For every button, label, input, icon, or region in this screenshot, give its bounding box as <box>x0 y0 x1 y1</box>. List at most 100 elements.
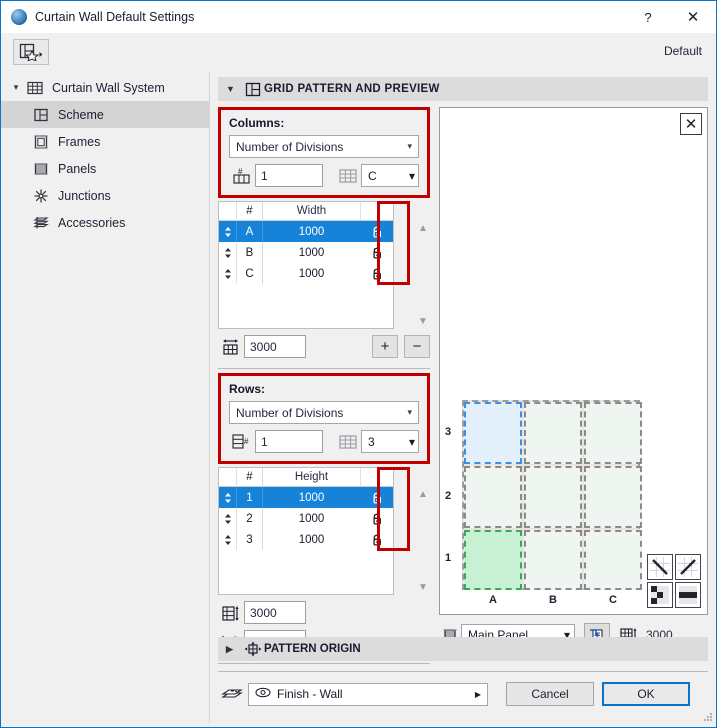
rows-mode-value: Number of Divisions <box>236 405 344 420</box>
grid-pattern-content: Columns: Number of Divisions ▾ # 1 C ▾ #… <box>218 107 708 668</box>
favorites-star-icon[interactable] <box>13 39 49 65</box>
row-drag-handle-icon[interactable] <box>219 529 237 550</box>
dialog-footer: Finish - Wall ▶ Cancel OK <box>218 671 708 715</box>
scroll-up-icon[interactable]: ▲ <box>418 223 428 234</box>
spacer-header <box>219 468 237 486</box>
chevron-down-icon[interactable]: ▾ <box>9 82 23 93</box>
scroll-up-icon[interactable]: ▲ <box>418 489 428 500</box>
rows-table[interactable]: # Height 1 1000 2 1000 3 1000 <box>218 467 394 595</box>
preview-cell-a2[interactable] <box>464 466 522 528</box>
divider <box>218 663 430 664</box>
preview-col-label-c: C <box>609 594 617 606</box>
preview-cell-c1[interactable] <box>584 530 642 590</box>
table-row[interactable]: 3 1000 <box>219 529 393 550</box>
row-value[interactable]: 1000 <box>263 263 360 284</box>
scroll-down-icon[interactable]: ▼ <box>418 582 428 593</box>
sidebar-item-label: Panels <box>58 161 97 176</box>
preview-cell-a3[interactable] <box>464 402 522 464</box>
scroll-down-icon[interactable]: ▼ <box>418 316 428 327</box>
layer-select[interactable]: Finish - Wall ▶ <box>248 682 488 706</box>
rows-table-scrollbar[interactable]: ▲ ▼ <box>415 486 431 596</box>
ok-button[interactable]: OK <box>602 682 690 706</box>
rows-header-height: Height <box>294 471 329 483</box>
rows-count-value: 3 <box>368 434 375 449</box>
row-value[interactable]: 1000 <box>263 508 360 529</box>
preview-col-label-b: B <box>549 594 557 606</box>
add-column-button[interactable]: + <box>372 335 398 358</box>
diagonal-slash-icon[interactable] <box>675 554 701 580</box>
rows-total-input[interactable]: 3000 <box>244 601 306 624</box>
preview-cell-c2[interactable] <box>584 466 642 528</box>
row-drag-handle-icon[interactable] <box>219 487 237 508</box>
sidebar-item-curtain-wall-system[interactable]: ▾ Curtain Wall System <box>1 74 209 101</box>
row-value[interactable]: 1000 <box>263 529 360 550</box>
rows-divisions-row: # 1 3 ▾ <box>229 430 419 453</box>
row-value[interactable]: 1000 <box>263 221 360 242</box>
chevron-right-icon[interactable]: ▶ <box>226 644 242 655</box>
divider <box>218 368 430 369</box>
preview-cell-c3[interactable] <box>584 402 642 464</box>
section-header-grid-pattern[interactable]: ▼ GRID PATTERN AND PREVIEW <box>218 77 708 101</box>
diagonal-backslash-icon[interactable] <box>647 554 673 580</box>
table-row[interactable]: 2 1000 <box>219 508 393 529</box>
sidebar-item-junctions[interactable]: Junctions <box>1 182 209 209</box>
columns-total-input[interactable]: 3000 <box>244 335 306 358</box>
remove-column-button[interactable]: − <box>404 335 430 358</box>
row-num: C <box>237 263 263 284</box>
row-drag-handle-icon[interactable] <box>219 263 237 284</box>
rows-table-wrap: # Height 1 1000 2 1000 3 1000 ▲ ▼ <box>218 467 430 595</box>
layers-icon <box>218 685 248 703</box>
columns-table[interactable]: # Width A 1000 B 1000 C 1000 <box>218 201 394 329</box>
columns-count-value: C <box>368 168 377 183</box>
rows-count-select[interactable]: 3 ▾ <box>361 430 419 453</box>
grid-preview[interactable]: ✕ 3 2 1 A B C <box>439 107 708 615</box>
toolbar: Default <box>1 33 716 71</box>
chevron-down-icon: ▾ <box>407 407 412 417</box>
help-button[interactable]: ? <box>626 1 670 33</box>
sidebar-item-scheme[interactable]: Scheme <box>1 101 209 128</box>
sidebar-item-frames[interactable]: Frames <box>1 128 209 155</box>
rows-divisions-input[interactable]: 1 <box>255 430 323 453</box>
section-title: GRID PATTERN AND PREVIEW <box>264 83 440 95</box>
rows-table-empty-space <box>219 550 393 594</box>
row-value[interactable]: 1000 <box>263 242 360 263</box>
pattern-origin-title: PATTERN ORIGIN <box>264 643 361 655</box>
preview-cell-b2[interactable] <box>524 466 582 528</box>
row-drag-handle-icon[interactable] <box>219 242 237 263</box>
select-all-icon[interactable] <box>675 582 701 608</box>
row-drag-handle-icon[interactable] <box>219 508 237 529</box>
row-value[interactable]: 1000 <box>263 487 360 508</box>
table-row[interactable]: 1 1000 <box>219 487 393 508</box>
preview-grid-area: 3 2 1 A B C <box>445 400 642 606</box>
rows-mode-select[interactable]: Number of Divisions ▾ <box>229 401 419 424</box>
columns-mode-value: Number of Divisions <box>236 139 344 154</box>
preview-cell-b1[interactable] <box>524 530 582 590</box>
rows-header-num: # <box>237 468 263 486</box>
close-preview-icon[interactable]: ✕ <box>680 113 702 135</box>
row-drag-handle-icon[interactable] <box>219 221 237 242</box>
select-pattern-icon[interactable] <box>647 582 673 608</box>
sidebar-item-panels[interactable]: Panels <box>1 155 209 182</box>
total-width-icon <box>218 337 244 357</box>
window-buttons: ? ✕ <box>626 1 716 33</box>
sidebar-item-accessories[interactable]: Accessories <box>1 209 209 236</box>
column-number-icon: # <box>229 166 255 185</box>
chevron-down-icon[interactable]: ▼ <box>226 84 242 94</box>
columns-mode-select[interactable]: Number of Divisions ▾ <box>229 135 419 158</box>
columns-table-scrollbar[interactable]: ▲ ▼ <box>415 220 431 330</box>
table-row[interactable]: C 1000 <box>219 263 393 284</box>
columns-table-wrap: # Width A 1000 B 1000 C 1000 ▲ ▼ <box>218 201 430 329</box>
rows-group: Rows: Number of Divisions ▾ # 1 3 ▾ <box>221 376 427 461</box>
cancel-button[interactable]: Cancel <box>506 682 594 706</box>
close-icon[interactable]: ✕ <box>670 1 716 33</box>
table-row[interactable]: A 1000 <box>219 221 393 242</box>
section-header-pattern-origin[interactable]: ▶ PATTERN ORIGIN <box>218 637 708 661</box>
table-row[interactable]: B 1000 <box>219 242 393 263</box>
columns-divisions-input[interactable]: 1 <box>255 164 323 187</box>
resize-grip[interactable] <box>703 711 713 721</box>
preview-cell-b3[interactable] <box>524 402 582 464</box>
columns-divisions-row: # 1 C ▾ <box>229 164 419 187</box>
curtain-wall-grid-icon <box>25 80 45 96</box>
columns-count-select[interactable]: C ▾ <box>361 164 419 187</box>
preview-cell-a1[interactable] <box>464 530 522 590</box>
